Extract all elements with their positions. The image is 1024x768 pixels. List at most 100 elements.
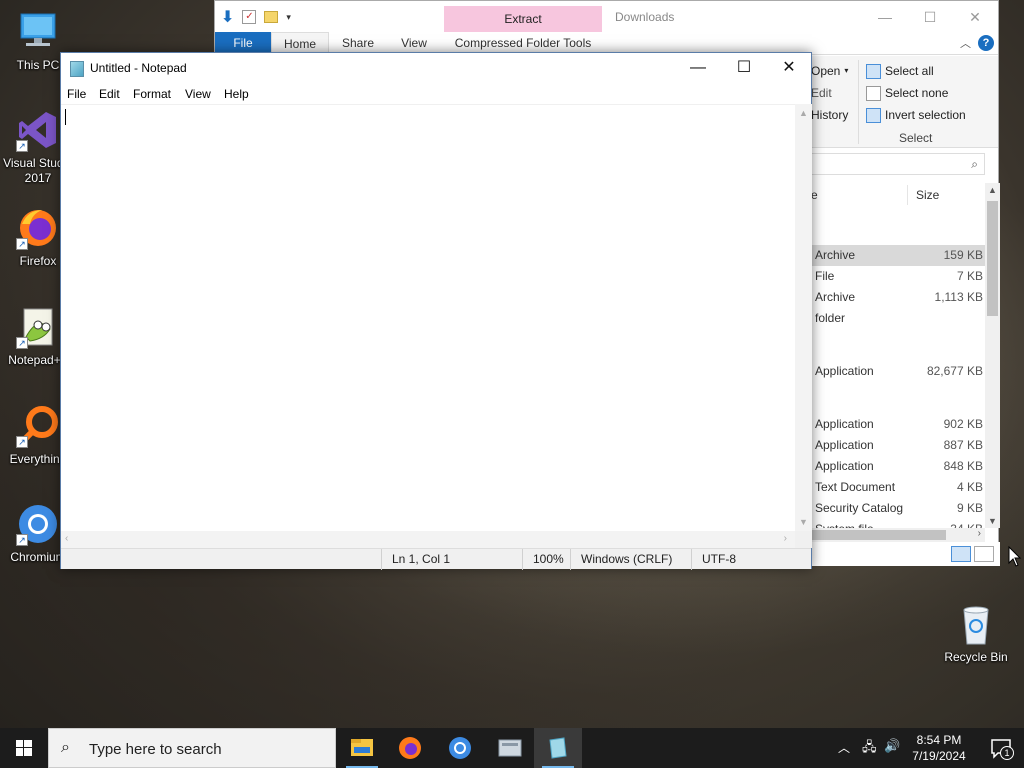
ribbon-open-button[interactable]: Open ▾ [811, 62, 848, 80]
properties-checkmark-icon[interactable]: ✓ [242, 10, 257, 24]
table-row[interactable]: Application 82,677 KB [811, 361, 985, 382]
large-icons-view-icon[interactable] [974, 546, 994, 562]
scroll-up-arrow-icon[interactable]: ▲ [985, 185, 1000, 195]
table-row[interactable]: Application 902 KB [811, 414, 985, 435]
row-type: Security Catalog [815, 501, 904, 515]
ribbon-history-button[interactable]: History [811, 106, 848, 124]
notepad-minimize-button[interactable]: — [675, 53, 721, 83]
explorer-titlebar[interactable]: ⬇ ✓ ▾ Extract Downloads — ☐ ✕ [215, 1, 998, 32]
explorer-horizontal-scrollbar[interactable]: › [811, 528, 985, 542]
new-folder-icon[interactable] [264, 11, 279, 23]
notepad-titlebar[interactable]: Untitled - Notepad — ☐ ✕ [61, 53, 811, 83]
table-row[interactable]: Application 848 KB [811, 456, 985, 477]
quick-access-toolbar: ⬇ ✓ ▾ [221, 7, 291, 27]
select-all-button[interactable]: Select all [866, 62, 934, 80]
table-row[interactable]: folder [811, 308, 985, 329]
menu-file[interactable]: File [67, 85, 86, 103]
select-none-label: Select none [885, 86, 949, 100]
taskbar-app-firefox[interactable] [386, 728, 434, 768]
taskbar: ⌕ Type here to search ︿ � [0, 728, 1024, 768]
download-arrow-icon[interactable]: ⬇ [221, 7, 234, 27]
ribbon-edit-button[interactable]: Edit [811, 84, 832, 102]
search-placeholder: Type here to search [89, 741, 222, 758]
scroll-down-arrow-icon[interactable]: ▼ [795, 517, 812, 527]
notepad-close-button[interactable]: ✕ [766, 53, 812, 83]
notepad-statusbar: Ln 1, Col 1 100% Windows (CRLF) UTF-8 [61, 548, 811, 570]
menu-view[interactable]: View [185, 85, 211, 103]
table-row[interactable]: File 7 KB [811, 266, 985, 287]
scroll-up-arrow-icon[interactable]: ▲ [795, 108, 812, 118]
explorer-vertical-scrollbar[interactable]: ▲ ▼ [985, 183, 1000, 528]
scroll-down-arrow-icon[interactable]: ▼ [985, 516, 1000, 526]
start-button[interactable] [0, 728, 48, 768]
desktop-icon-recycle-bin[interactable]: Recycle Bin [940, 602, 1012, 665]
show-hidden-icons-chevron-icon[interactable]: ︿ [838, 739, 850, 756]
explorer-maximize-button[interactable]: ☐ [907, 6, 953, 28]
search-icon: ⌕ [61, 739, 70, 756]
select-all-label: Select all [885, 64, 934, 78]
menu-edit[interactable]: Edit [99, 85, 120, 103]
notepad-horizontal-scrollbar[interactable]: ‹ › [61, 531, 795, 548]
taskbar-app-notepad[interactable] [534, 728, 582, 768]
everything-search-icon: ↗ [16, 404, 60, 448]
taskbar-search-box[interactable]: ⌕ Type here to search [48, 728, 336, 768]
this-pc-icon [16, 10, 60, 54]
extract-contextual-tab[interactable]: Extract [444, 6, 602, 32]
invert-selection-button[interactable]: Invert selection [866, 106, 966, 124]
explorer-minimize-button[interactable]: — [862, 6, 908, 28]
table-row[interactable] [811, 329, 985, 350]
taskbar-clock[interactable]: 8:54 PM 7/19/2024 [902, 732, 976, 764]
volume-icon[interactable]: 🔊 [884, 738, 900, 754]
details-view-icon[interactable] [951, 546, 971, 562]
desktop-icon-label: Recycle Bin [944, 650, 1008, 664]
taskbar-app-file-explorer[interactable] [338, 728, 386, 768]
shortcut-arrow-icon: ↗ [16, 436, 28, 448]
row-type: Archive [815, 248, 856, 262]
taskbar-app-chromium[interactable] [436, 728, 484, 768]
explorer-file-list[interactable]: e Size Archive 159 KB File 7 KB Archive 1,113… [811, 183, 985, 536]
scrollbar-thumb[interactable] [811, 530, 946, 540]
explorer-close-button[interactable]: ✕ [952, 6, 998, 28]
table-row[interactable]: Archive 1,113 KB [811, 287, 985, 308]
row-size: 4 KB [956, 480, 983, 494]
select-none-icon [866, 85, 881, 101]
column-header-type[interactable]: e [811, 183, 818, 207]
notepad-text-area[interactable] [61, 104, 795, 531]
notepad-maximize-button[interactable]: ☐ [721, 53, 767, 83]
select-none-button[interactable]: Select none [866, 84, 948, 102]
menu-help[interactable]: Help [224, 85, 249, 103]
row-size: 7 KB [956, 269, 983, 283]
notification-count-badge: 1 [1000, 746, 1014, 760]
text-caret [65, 109, 66, 125]
taskbar-app-window[interactable] [486, 728, 534, 768]
customize-qat-chevron-icon[interactable]: ▾ [286, 12, 291, 23]
notification-center-button[interactable]: 1 [980, 728, 1024, 768]
table-row[interactable]: Application 887 KB [811, 435, 985, 456]
notepad-window[interactable]: Untitled - Notepad — ☐ ✕ File Edit Forma… [60, 52, 812, 570]
row-type: File [815, 269, 835, 283]
explorer-statusbar [811, 542, 1000, 566]
table-row[interactable]: Security Catalog 9 KB [811, 498, 985, 519]
scroll-right-arrow-icon[interactable]: › [978, 528, 981, 539]
explorer-search-input[interactable]: ⌕ [811, 153, 985, 175]
network-icon[interactable]: 🖧 [862, 738, 877, 760]
scrollbar-thumb[interactable] [987, 201, 998, 316]
explorer-window-title: Downloads [615, 10, 675, 24]
scroll-left-arrow-icon[interactable]: ‹ [65, 533, 68, 544]
help-icon[interactable]: ? [978, 35, 994, 51]
scroll-right-arrow-icon[interactable]: › [784, 533, 787, 544]
notepad-icon [549, 737, 567, 759]
table-row[interactable] [811, 382, 985, 403]
table-row[interactable]: Archive 159 KB [811, 245, 985, 266]
menu-format[interactable]: Format [133, 85, 171, 103]
status-line-ending: Windows (CRLF) [570, 549, 691, 570]
table-row[interactable]: Text Document 4 KB [811, 477, 985, 498]
search-icon: ⌕ [971, 157, 978, 171]
notepad-menubar: File Edit Format View Help [61, 83, 811, 104]
ribbon-collapse-chevron-icon[interactable]: ︿ [960, 35, 971, 51]
column-header-size[interactable]: Size [916, 183, 939, 207]
notepad-vertical-scrollbar[interactable]: ▲ ▼ [795, 104, 812, 531]
mouse-pointer-icon [1008, 545, 1022, 571]
row-size: 902 KB [943, 417, 983, 431]
row-type: Application [815, 459, 874, 473]
